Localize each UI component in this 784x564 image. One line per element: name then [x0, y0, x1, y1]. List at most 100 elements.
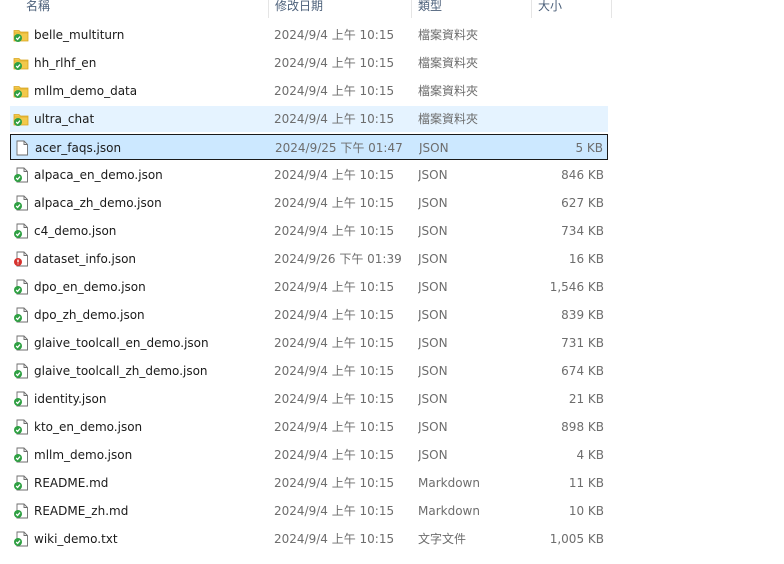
- file-icon: [14, 140, 30, 156]
- file-size: 846 KB: [561, 168, 604, 182]
- file-row[interactable]: ultra_chat 2024/9/4 上午 10:15 檔案資料夾: [10, 106, 608, 132]
- file-row[interactable]: wiki_demo.txt 2024/9/4 上午 10:15 文字文件 1,005 …: [10, 526, 608, 552]
- file-name: mllm_demo_data: [34, 84, 138, 98]
- file-size: 1,546 KB: [549, 280, 604, 294]
- file-synced-icon: [13, 167, 29, 183]
- column-divider[interactable]: [268, 0, 269, 18]
- file-row[interactable]: README.md 2024/9/4 上午 10:15 Markdown 11 KB: [10, 470, 608, 496]
- file-name: acer_faqs.json: [35, 141, 122, 155]
- file-date: 2024/9/4 上午 10:15: [274, 224, 395, 238]
- file-type: Markdown: [418, 504, 480, 518]
- file-synced-icon: [13, 447, 29, 463]
- file-row[interactable]: dataset_info.json 2024/9/26 下午 01:39 JSON 1…: [10, 246, 608, 272]
- file-date: 2024/9/25 下午 01:47: [275, 141, 403, 155]
- file-size: [524, 78, 604, 104]
- file-name: ultra_chat: [34, 112, 95, 126]
- file-size: 674 KB: [561, 364, 604, 378]
- file-type: JSON: [418, 224, 448, 238]
- file-date: 2024/9/4 上午 10:15: [274, 476, 395, 490]
- file-date: 2024/9/4 上午 10:15: [274, 28, 395, 42]
- file-date: 2024/9/4 上午 10:15: [274, 56, 395, 70]
- file-synced-icon: [13, 363, 29, 379]
- file-date: 2024/9/4 上午 10:15: [274, 196, 395, 210]
- file-date: 2024/9/4 上午 10:15: [274, 336, 395, 350]
- file-size: 11 KB: [568, 476, 604, 490]
- column-divider[interactable]: [611, 0, 612, 18]
- file-synced-icon: [13, 503, 29, 519]
- file-row[interactable]: mllm_demo.json 2024/9/4 上午 10:15 JSON 4 KB: [10, 442, 608, 468]
- file-size: 10 KB: [568, 504, 604, 518]
- file-synced-icon: [13, 279, 29, 295]
- file-size: 1,005 KB: [549, 532, 604, 546]
- file-size: 4 KB: [576, 448, 604, 462]
- file-size: 627 KB: [561, 196, 604, 210]
- file-type: JSON: [418, 280, 448, 294]
- file-size: 898 KB: [561, 420, 604, 434]
- column-header-date[interactable]: 修改日期: [275, 0, 323, 16]
- file-row[interactable]: belle_multiturn 2024/9/4 上午 10:15 檔案資料夾: [10, 22, 608, 48]
- column-header-type[interactable]: 類型: [418, 0, 442, 16]
- file-name: c4_demo.json: [34, 224, 117, 238]
- folder-synced-icon: [13, 55, 29, 71]
- file-row[interactable]: alpaca_zh_demo.json 2024/9/4 上午 10:15 JSON…: [10, 190, 608, 216]
- file-type: 檔案資料夾: [418, 84, 479, 98]
- file-row[interactable]: alpaca_en_demo.json 2024/9/4 上午 10:15 JSON…: [10, 162, 608, 188]
- file-synced-icon: [13, 307, 29, 323]
- file-type: JSON: [418, 364, 448, 378]
- file-row[interactable]: identity.json 2024/9/4 上午 10:15 JSON 21 KB: [10, 386, 608, 412]
- file-size: 839 KB: [561, 308, 604, 322]
- file-synced-icon: [13, 419, 29, 435]
- file-name: kto_en_demo.json: [34, 420, 143, 434]
- column-header-name[interactable]: 名稱: [26, 0, 50, 16]
- file-synced-icon: [13, 223, 29, 239]
- file-type: JSON: [418, 308, 448, 322]
- folder-synced-icon: [13, 27, 29, 43]
- file-type: 檔案資料夾: [418, 28, 479, 42]
- file-type: JSON: [418, 448, 448, 462]
- file-synced-icon: [13, 475, 29, 491]
- file-name: wiki_demo.txt: [34, 532, 118, 546]
- file-name: dataset_info.json: [34, 252, 137, 266]
- file-date: 2024/9/4 上午 10:15: [274, 280, 395, 294]
- file-name: hh_rlhf_en: [34, 56, 97, 70]
- file-row[interactable]: mllm_demo_data 2024/9/4 上午 10:15 檔案資料夾: [10, 78, 608, 104]
- file-name: alpaca_en_demo.json: [34, 168, 163, 182]
- file-size: 734 KB: [561, 224, 604, 238]
- file-row[interactable]: c4_demo.json 2024/9/4 上午 10:15 JSON 734 KB: [10, 218, 608, 244]
- file-row[interactable]: dpo_en_demo.json 2024/9/4 上午 10:15 JSON 1,5…: [10, 274, 608, 300]
- file-type: JSON: [418, 392, 448, 406]
- file-row[interactable]: README_zh.md 2024/9/4 上午 10:15 Markdown 10 …: [10, 498, 608, 524]
- file-name: identity.json: [34, 392, 107, 406]
- file-name: belle_multiturn: [34, 28, 125, 42]
- file-row[interactable]: acer_faqs.json 2024/9/25 下午 01:47 JSON 5 KB: [10, 134, 608, 160]
- file-type: JSON: [418, 196, 448, 210]
- file-type: JSON: [418, 252, 448, 266]
- column-header-size[interactable]: 大小: [538, 0, 562, 16]
- column-divider[interactable]: [531, 0, 532, 18]
- file-row[interactable]: dpo_zh_demo.json 2024/9/4 上午 10:15 JSON 839…: [10, 302, 608, 328]
- file-name: mllm_demo.json: [34, 448, 133, 462]
- file-type: 檔案資料夾: [418, 56, 479, 70]
- file-row[interactable]: kto_en_demo.json 2024/9/4 上午 10:15 JSON 898…: [10, 414, 608, 440]
- column-header-bar: 名稱 修改日期 類型 大小: [0, 0, 612, 18]
- file-date: 2024/9/4 上午 10:15: [274, 448, 395, 462]
- file-row[interactable]: glaive_toolcall_zh_demo.json 2024/9/4 上午 …: [10, 358, 608, 384]
- file-name: alpaca_zh_demo.json: [34, 196, 162, 210]
- file-date: 2024/9/4 上午 10:15: [274, 392, 395, 406]
- file-name: glaive_toolcall_en_demo.json: [34, 336, 209, 350]
- file-date: 2024/9/4 上午 10:15: [274, 532, 395, 546]
- file-size: [524, 106, 604, 132]
- file-size: 21 KB: [568, 392, 604, 406]
- file-synced-icon: [13, 531, 29, 547]
- file-row[interactable]: glaive_toolcall_en_demo.json 2024/9/4 上午 …: [10, 330, 608, 356]
- file-synced-icon: [13, 391, 29, 407]
- file-date: 2024/9/4 上午 10:15: [274, 112, 395, 126]
- file-name: dpo_zh_demo.json: [34, 308, 145, 322]
- folder-synced-icon: [13, 111, 29, 127]
- file-error-icon: [13, 251, 29, 267]
- file-size: 5 KB: [575, 141, 603, 155]
- file-row[interactable]: hh_rlhf_en 2024/9/4 上午 10:15 檔案資料夾: [10, 50, 608, 76]
- folder-synced-icon: [13, 83, 29, 99]
- column-divider[interactable]: [411, 0, 412, 18]
- file-type: JSON: [418, 336, 448, 350]
